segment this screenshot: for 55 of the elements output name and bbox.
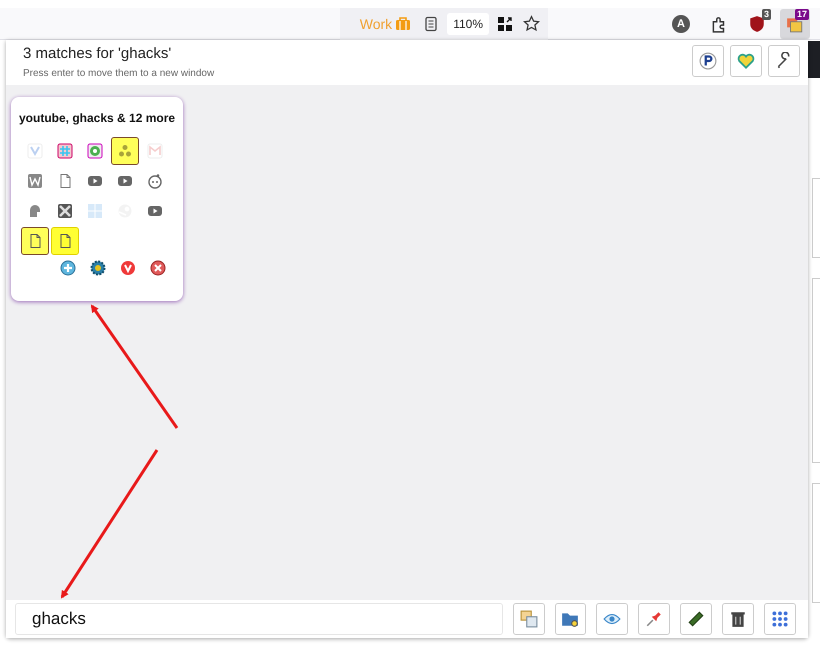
p-logo-icon xyxy=(699,52,717,70)
hash-icon xyxy=(57,143,73,159)
play-icon xyxy=(117,173,133,189)
gear-icon xyxy=(90,260,106,276)
v-logo-icon xyxy=(27,143,43,159)
p-logo-button[interactable] xyxy=(692,45,724,77)
trash-button[interactable] xyxy=(722,603,754,635)
grid-button[interactable] xyxy=(764,603,796,635)
count-badge: 17 xyxy=(794,8,809,20)
search-field[interactable]: ghacks xyxy=(15,603,503,635)
folder-button[interactable] xyxy=(554,603,586,635)
play-icon xyxy=(147,203,163,219)
card-action-button[interactable] xyxy=(60,260,76,276)
mail-icon xyxy=(147,143,163,159)
page-header-bar xyxy=(808,41,820,78)
windows-button[interactable] xyxy=(512,603,545,635)
w-icon xyxy=(27,173,43,189)
account-avatar[interactable]: A xyxy=(672,14,690,32)
card-action-button[interactable] xyxy=(150,260,166,276)
count-badge: 3 xyxy=(762,8,771,20)
bookmark-button[interactable] xyxy=(521,13,542,34)
eye-button[interactable] xyxy=(596,603,628,635)
popup-title: 3 matches for 'ghacks' xyxy=(23,45,172,62)
pin-button[interactable] xyxy=(638,603,670,635)
alien-icon xyxy=(147,173,163,189)
card-action-button[interactable] xyxy=(90,260,106,276)
close-icon xyxy=(150,260,166,276)
window-title: youtube, ghacks & 12 more xyxy=(19,111,175,125)
badge-icon xyxy=(87,143,103,159)
trash-icon xyxy=(729,610,748,628)
wrench-button[interactable] xyxy=(768,45,800,77)
pin-icon xyxy=(645,610,664,628)
tab-icon-button[interactable] xyxy=(111,137,139,165)
star-icon xyxy=(523,15,540,32)
briefcase-icon xyxy=(395,16,412,32)
cross-icon xyxy=(57,203,73,219)
extension-button[interactable]: 17 xyxy=(780,8,810,38)
shield-icon xyxy=(748,14,766,32)
dots-icon xyxy=(117,143,133,159)
hint-text: Press enter to move them to a new window xyxy=(23,68,214,79)
heart-icon xyxy=(737,52,755,70)
windows-icon xyxy=(87,203,103,219)
grid-icon xyxy=(771,610,790,628)
blob-icon xyxy=(27,203,43,219)
tab-icon-button[interactable] xyxy=(21,227,49,255)
heart-button[interactable] xyxy=(730,45,762,77)
add-icon xyxy=(60,260,76,276)
qr-code-icon xyxy=(497,16,513,32)
chip-button[interactable] xyxy=(680,603,712,635)
extension-button[interactable]: 3 xyxy=(742,8,772,38)
windows-icon xyxy=(520,610,538,628)
reader-icon xyxy=(423,16,440,32)
play-icon xyxy=(87,173,103,189)
chip-icon xyxy=(687,610,706,628)
zoom-button[interactable]: 110% xyxy=(447,12,489,34)
